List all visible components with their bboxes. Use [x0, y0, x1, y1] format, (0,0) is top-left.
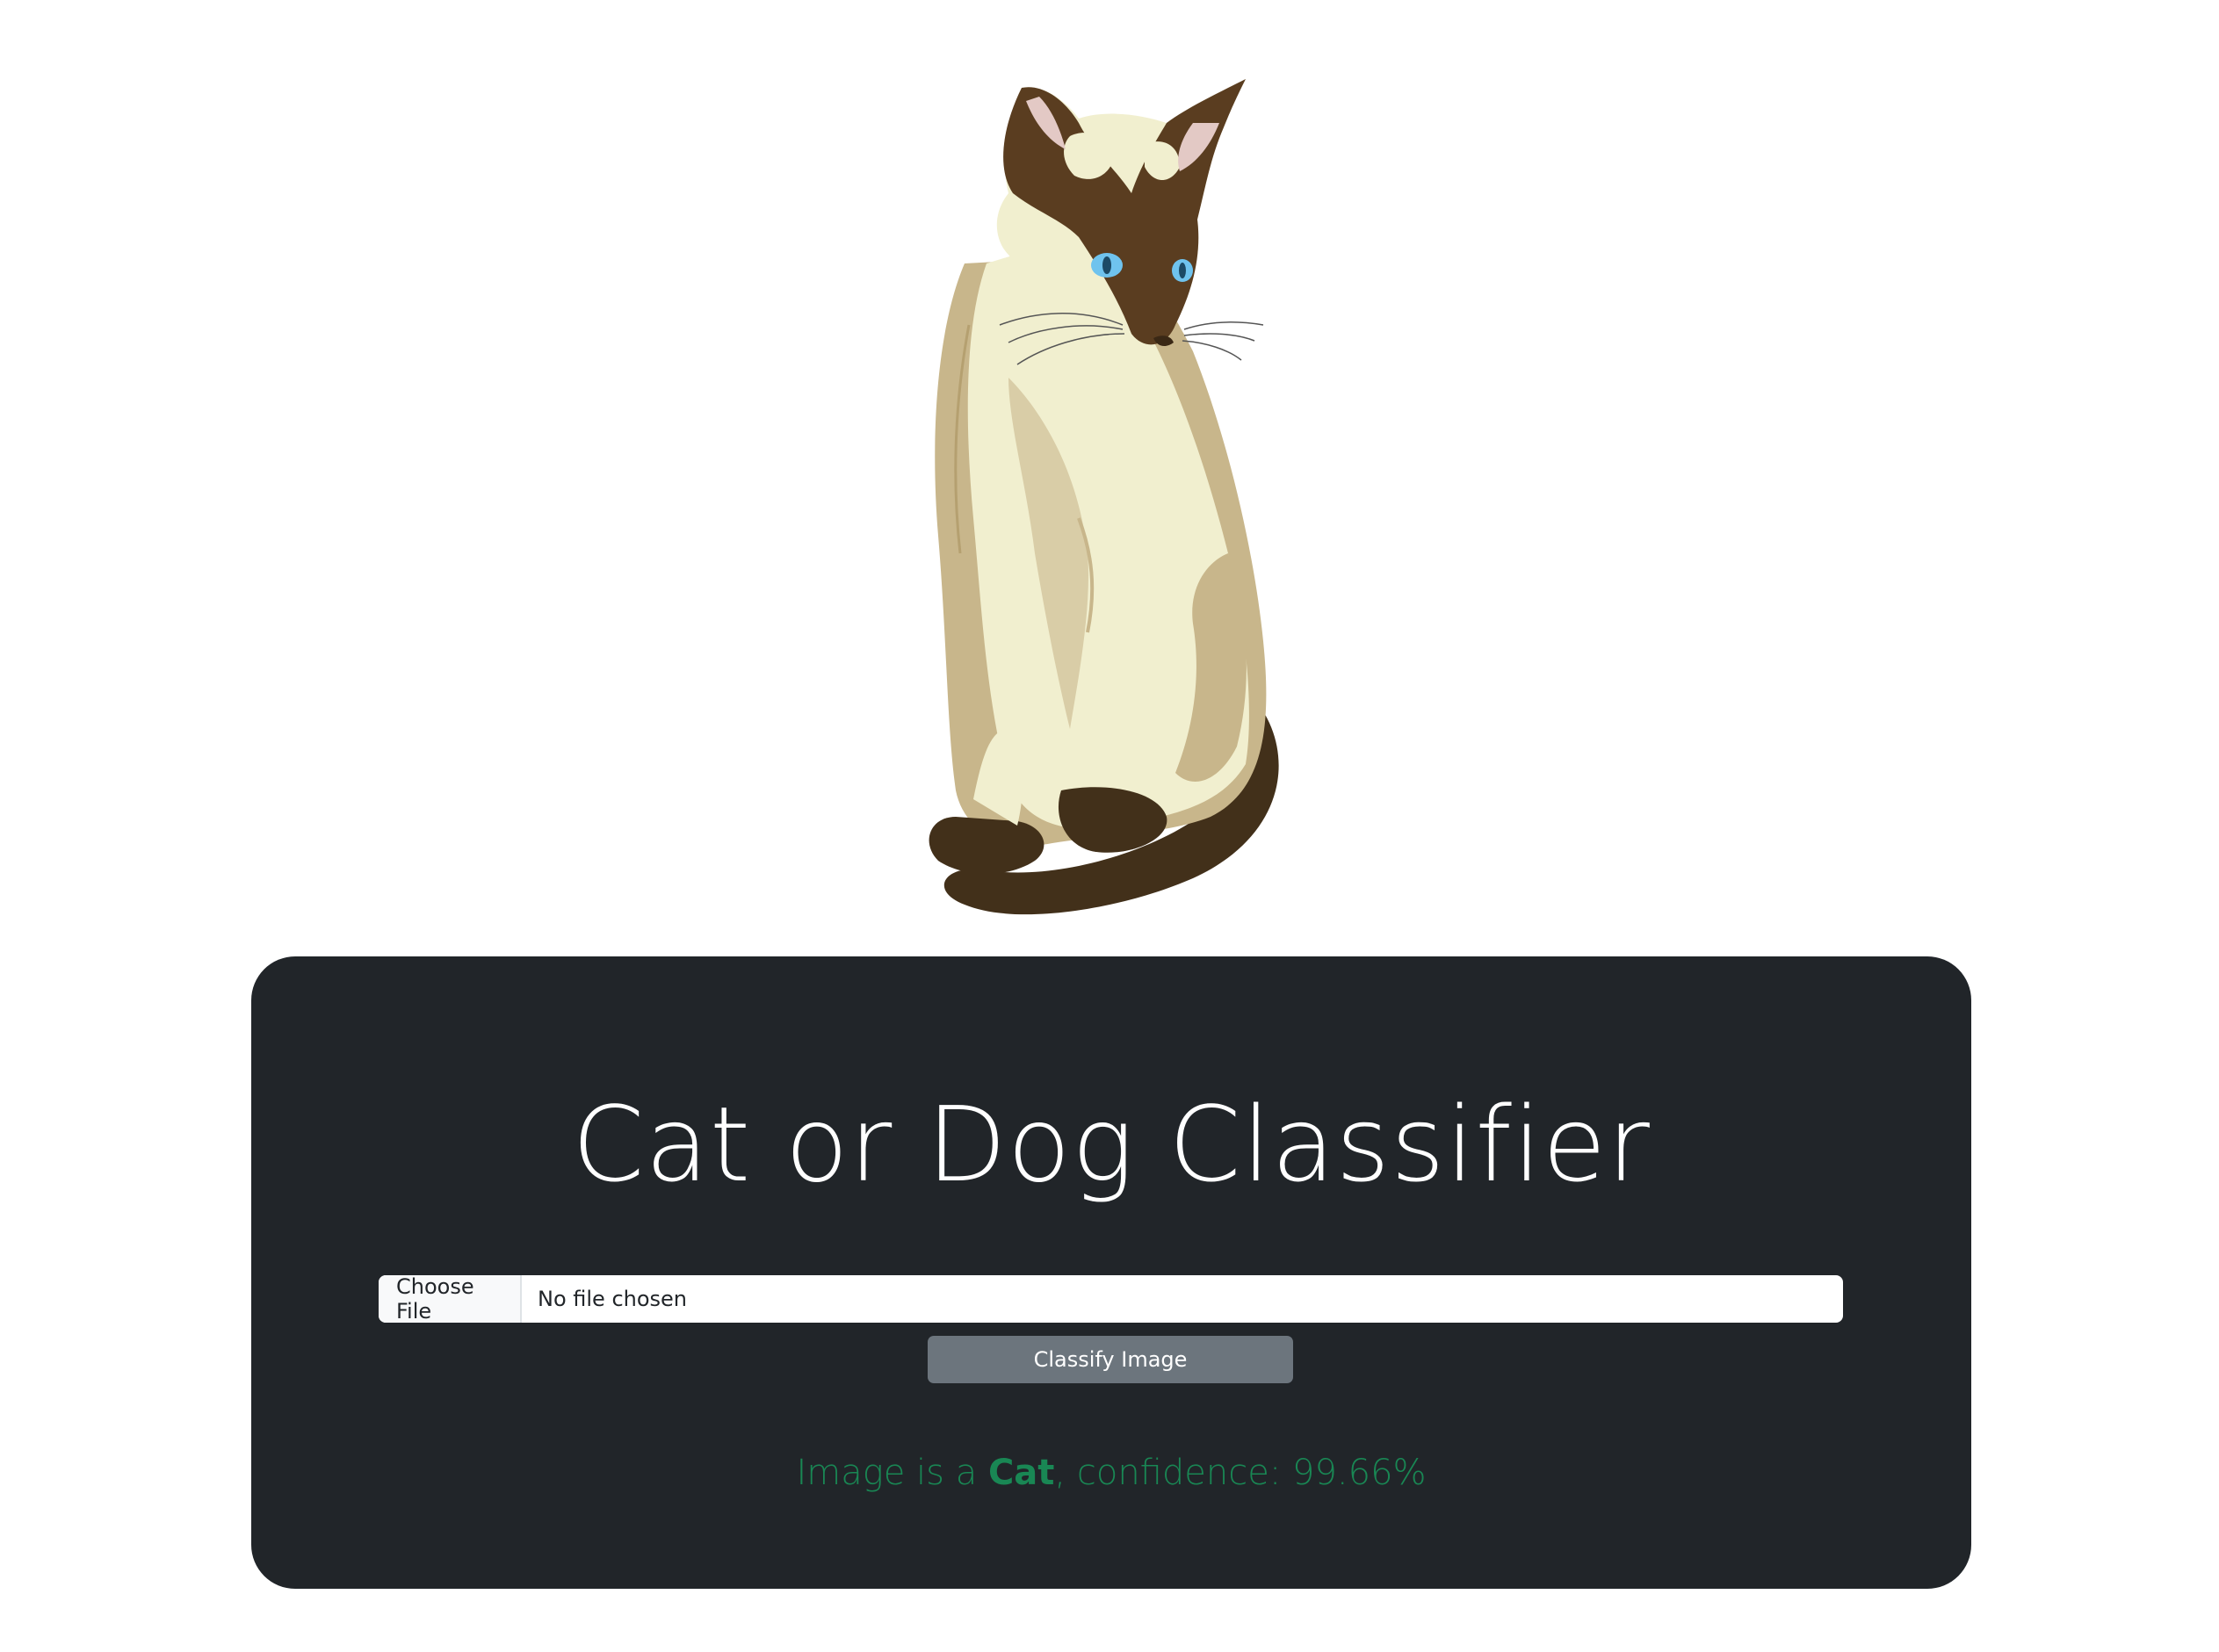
page-title: Cat or Dog Classifier — [572, 1084, 1651, 1205]
result-prefix: Image is a — [796, 1453, 988, 1493]
cat-illustration — [903, 61, 1325, 940]
classifier-card: Cat or Dog Classifier Choose File No fil… — [251, 956, 1971, 1589]
classification-result: Image is a Cat, confidence: 99.66% — [251, 1453, 1971, 1493]
file-input[interactable]: Choose File No file chosen — [379, 1275, 1843, 1323]
choose-file-button[interactable]: Choose File — [379, 1275, 522, 1323]
result-label: Cat — [987, 1453, 1055, 1493]
classify-image-button[interactable]: Classify Image — [928, 1336, 1293, 1383]
result-confidence: , confidence: 99.66% — [1054, 1453, 1427, 1493]
file-name-label: No file chosen — [538, 1287, 688, 1311]
page: Cat or Dog Classifier Choose File No fil… — [0, 0, 2219, 1652]
